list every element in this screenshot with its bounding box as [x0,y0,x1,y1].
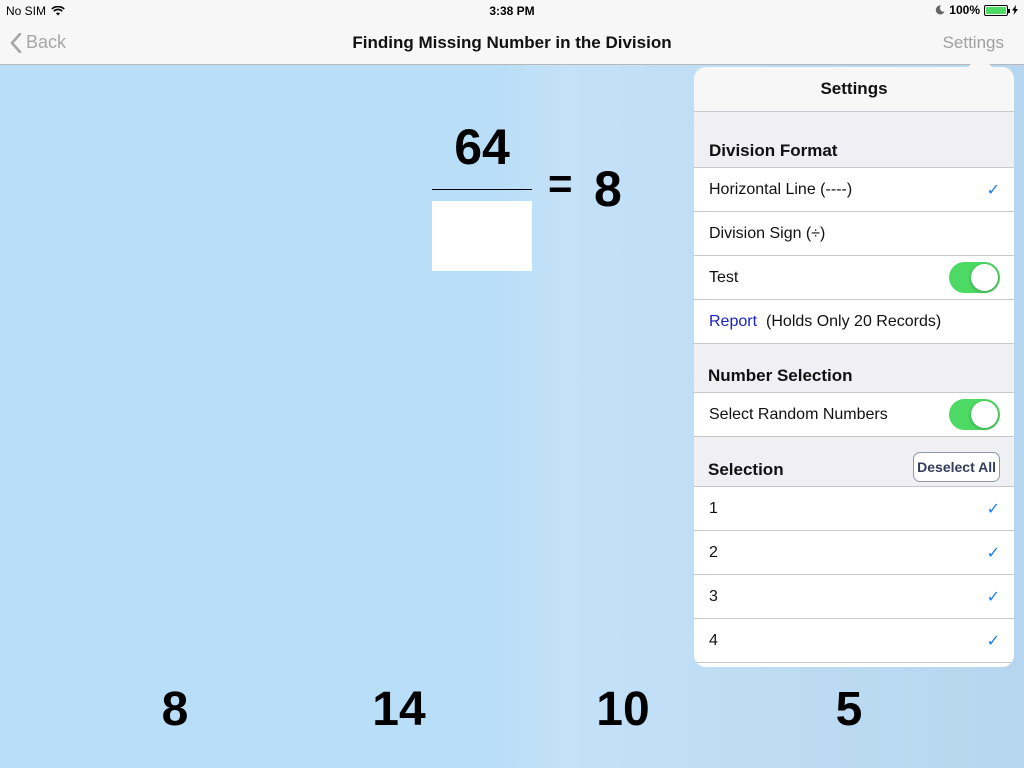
popover-title: Settings [694,67,1014,112]
answer-choice-2[interactable]: 14 [339,682,459,737]
section-header-selection: Selection Deselect All [694,437,1014,487]
section-title: Division Format [709,141,838,160]
selection-number: 1 [709,499,718,517]
selection-item-partial[interactable] [694,663,1014,667]
checkmark-icon: ✓ [986,181,1000,199]
checkmark-icon: ✓ [986,544,1000,562]
section-title: Selection [708,460,784,479]
fraction-line [432,189,532,190]
test-toggle[interactable] [949,262,1000,293]
checkmark-icon: ✓ [986,500,1000,518]
report-note: (Holds Only 20 Records) [766,312,942,330]
selection-item[interactable]: 1 ✓ [694,487,1014,531]
equals-sign: = [548,160,573,207]
page-title: Finding Missing Number in the Division [352,33,672,52]
option-label: Division Sign (÷) [709,224,826,242]
settings-button[interactable]: Settings [943,33,1004,53]
selection-item[interactable]: 2 ✓ [694,531,1014,575]
selection-number: 3 [709,587,718,605]
option-random-numbers: Select Random Numbers [694,393,1014,437]
checkmark-icon: ✓ [986,632,1000,650]
section-header-number-selection: Number Selection [694,344,1014,393]
section-title: Number Selection [708,366,853,385]
selection-item[interactable]: 3 ✓ [694,575,1014,619]
status-right: 100% [935,3,1018,17]
checkmark-icon: ✓ [986,588,1000,606]
selection-number: 4 [709,631,718,649]
selection-number: 2 [709,543,718,561]
battery-icon [984,4,1010,16]
random-numbers-toggle[interactable] [949,399,1000,430]
quotient: 8 [594,161,622,217]
report-row: Report (Holds Only 20 Records) [694,300,1014,344]
answer-choice-3[interactable]: 10 [563,682,683,737]
option-label: Horizontal Line (----) [709,180,853,198]
selection-item[interactable]: 4 ✓ [694,619,1014,663]
option-division-sign[interactable]: Division Sign (÷) [694,212,1014,256]
option-horizontal-line[interactable]: Horizontal Line (----) ✓ [694,168,1014,212]
moon-icon [936,5,945,15]
section-header-division-format: Division Format [694,112,1014,168]
status-time: 3:38 PM [489,4,535,18]
deselect-all-button[interactable]: Deselect All [913,452,1000,482]
option-label: Test [709,268,739,286]
answer-choice-4[interactable]: 5 [789,682,909,737]
option-test: Test [694,256,1014,300]
charging-icon [1012,5,1018,15]
answer-box[interactable] [432,201,532,271]
answer-choice-1[interactable]: 8 [115,682,235,737]
report-link[interactable]: Report [709,313,757,331]
navigation-bar: Back Finding Missing Number in the Divis… [0,22,1024,65]
option-label: Select Random Numbers [709,405,888,423]
settings-popover: Settings Division Format Horizontal Line… [694,67,1014,667]
numerator: 64 [454,119,510,175]
status-bar: No SIM 3:38 PM 100% [0,0,1024,22]
battery-percent: 100% [949,3,980,17]
